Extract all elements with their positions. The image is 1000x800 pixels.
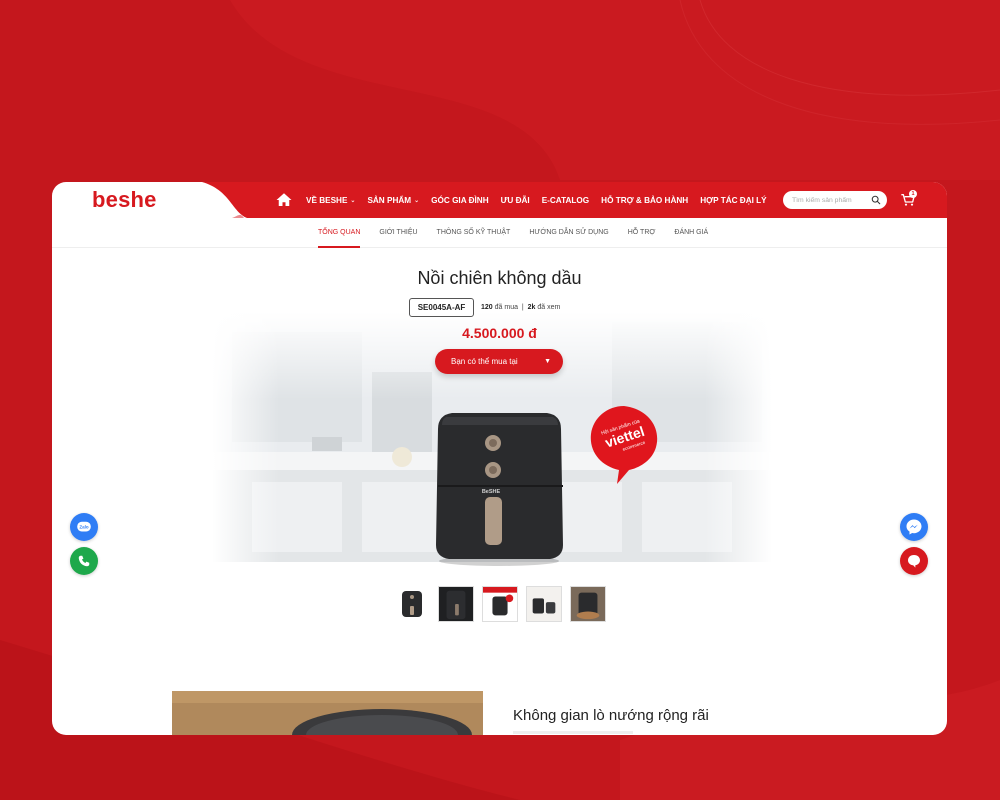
device-brand-label: BeSHE [482,489,501,495]
phone-icon [78,555,90,567]
nav-item-label: SẢN PHẨM [367,195,412,205]
cart-count-badge: 1 [909,190,917,198]
thumbnail-fryer-promo[interactable] [482,586,518,622]
product-price: 4.500.000 đ [462,325,537,341]
search-input[interactable] [792,196,870,204]
nav-item-label: E-CATALOG [541,195,590,205]
product-title: Nồi chiên không dầu [417,268,582,288]
browser-window: beshe VỀ BESHE ⌄ SẢN PHẨM ⌄ GÓC GIA ĐÌNH Ư… [52,182,947,735]
feature-title: Không gian lò nướng rộng rãi [513,707,709,724]
viettel-ecommerce-badge: Hội sản phẩm của viettel ecommerce [590,406,658,484]
thumbnail-fryer-side[interactable] [438,586,474,622]
air-fryer-product-image[interactable]: BeSHE [432,407,567,567]
fryer-thumbnail-icon [439,587,473,621]
product-thumbnails [394,586,614,622]
tab-thong-so-ky-thuat[interactable]: THÔNG SỐ KỸ THUẬT [437,218,511,248]
nav-item-label: HỢP TÁC ĐẠI LÝ [700,195,767,205]
chat-bubble-icon [908,555,920,568]
product-meta: SE0045A-AF 120 đã mua | 2k đã xem [409,298,560,317]
fryer-thumbnail-icon [527,587,561,621]
phone-call-button[interactable] [70,547,98,575]
chevron-down-icon: ⌄ [414,197,420,204]
sold-count: 120 [481,304,493,311]
tab-tong-quan[interactable]: TỔNG QUAN [318,218,361,248]
feature-subtitle-placeholder [513,731,633,734]
product-sku: SE0045A-AF [409,298,474,317]
chevron-down-icon: ⌄ [350,197,356,204]
brand-logo[interactable]: beshe [92,187,157,213]
fryer-thumbnail-icon [483,587,517,621]
zalo-icon: Zalo [77,521,91,532]
nav-item-san-pham[interactable]: SẢN PHẨM ⌄ [367,196,419,205]
nav-item-uu-dai[interactable]: ƯU ĐÃI [501,196,530,205]
zalo-chat-button[interactable]: Zalo [70,513,98,541]
messenger-icon [906,519,922,535]
fryer-thumbnail-icon [402,591,422,617]
nav-item-goc-gia-dinh[interactable]: GÓC GIA ĐÌNH [431,196,488,205]
feature-image [172,691,483,735]
where-to-buy-dropdown[interactable]: Bạn có thể mua tại ▼ [435,349,563,374]
search-box [783,191,887,209]
nav-item-e-catalog[interactable]: E-CATALOG [542,196,589,205]
views-count: 2k [527,304,536,311]
nav-item-label: ƯU ĐÃI [500,195,530,205]
nav-item-hop-tac-dai-ly[interactable]: HỢP TÁC ĐẠI LÝ [700,196,766,205]
fryer-thumbnail-icon [571,587,605,621]
zalo-label: Zalo [79,525,89,530]
product-stats: 120 đã mua | 2k đã xem [481,304,560,311]
tab-gioi-thieu[interactable]: GIỚI THIỆU [379,218,417,248]
nav-item-label: HỖ TRỢ & BẢO HÀNH [601,195,689,205]
caret-down-icon: ▼ [544,358,551,365]
tab-ho-tro[interactable]: HỖ TRỢ [628,218,656,248]
site-header: beshe VỀ BESHE ⌄ SẢN PHẨM ⌄ GÓC GIA ĐÌNH Ư… [52,182,947,218]
live-chat-button[interactable] [900,547,928,575]
nav-item-ho-tro-bao-hanh[interactable]: HỖ TRỢ & BẢO HÀNH [601,196,688,205]
stats-separator: | [521,304,524,311]
tab-danh-gia[interactable]: ĐÁNH GIÁ [674,218,708,248]
nav-item-label: GÓC GIA ĐÌNH [431,195,489,205]
thumbnail-fryer-front[interactable] [394,586,430,622]
nav-item-ve-beshe[interactable]: VỀ BESHE ⌄ [306,196,355,205]
home-icon[interactable] [275,191,293,209]
search-icon[interactable] [871,195,881,205]
main-nav: VỀ BESHE ⌄ SẢN PHẨM ⌄ GÓC GIA ĐÌNH ƯU ĐÃI … [306,182,779,218]
where-to-buy-label: Bạn có thể mua tại [451,357,518,366]
tab-huong-dan-su-dung[interactable]: HƯỚNG DẪN SỬ DỤNG [529,218,608,248]
thumbnail-fryer-food[interactable] [570,586,606,622]
thumbnail-fryer-kitchen[interactable] [526,586,562,622]
messenger-button[interactable] [900,513,928,541]
views-label: đã xem [537,304,561,311]
product-subnav: TỔNG QUAN GIỚI THIỆU THÔNG SỐ KỸ THUẬT H… [52,218,947,248]
nav-item-label: VỀ BESHE [306,195,348,205]
sold-label: đã mua [494,304,518,311]
